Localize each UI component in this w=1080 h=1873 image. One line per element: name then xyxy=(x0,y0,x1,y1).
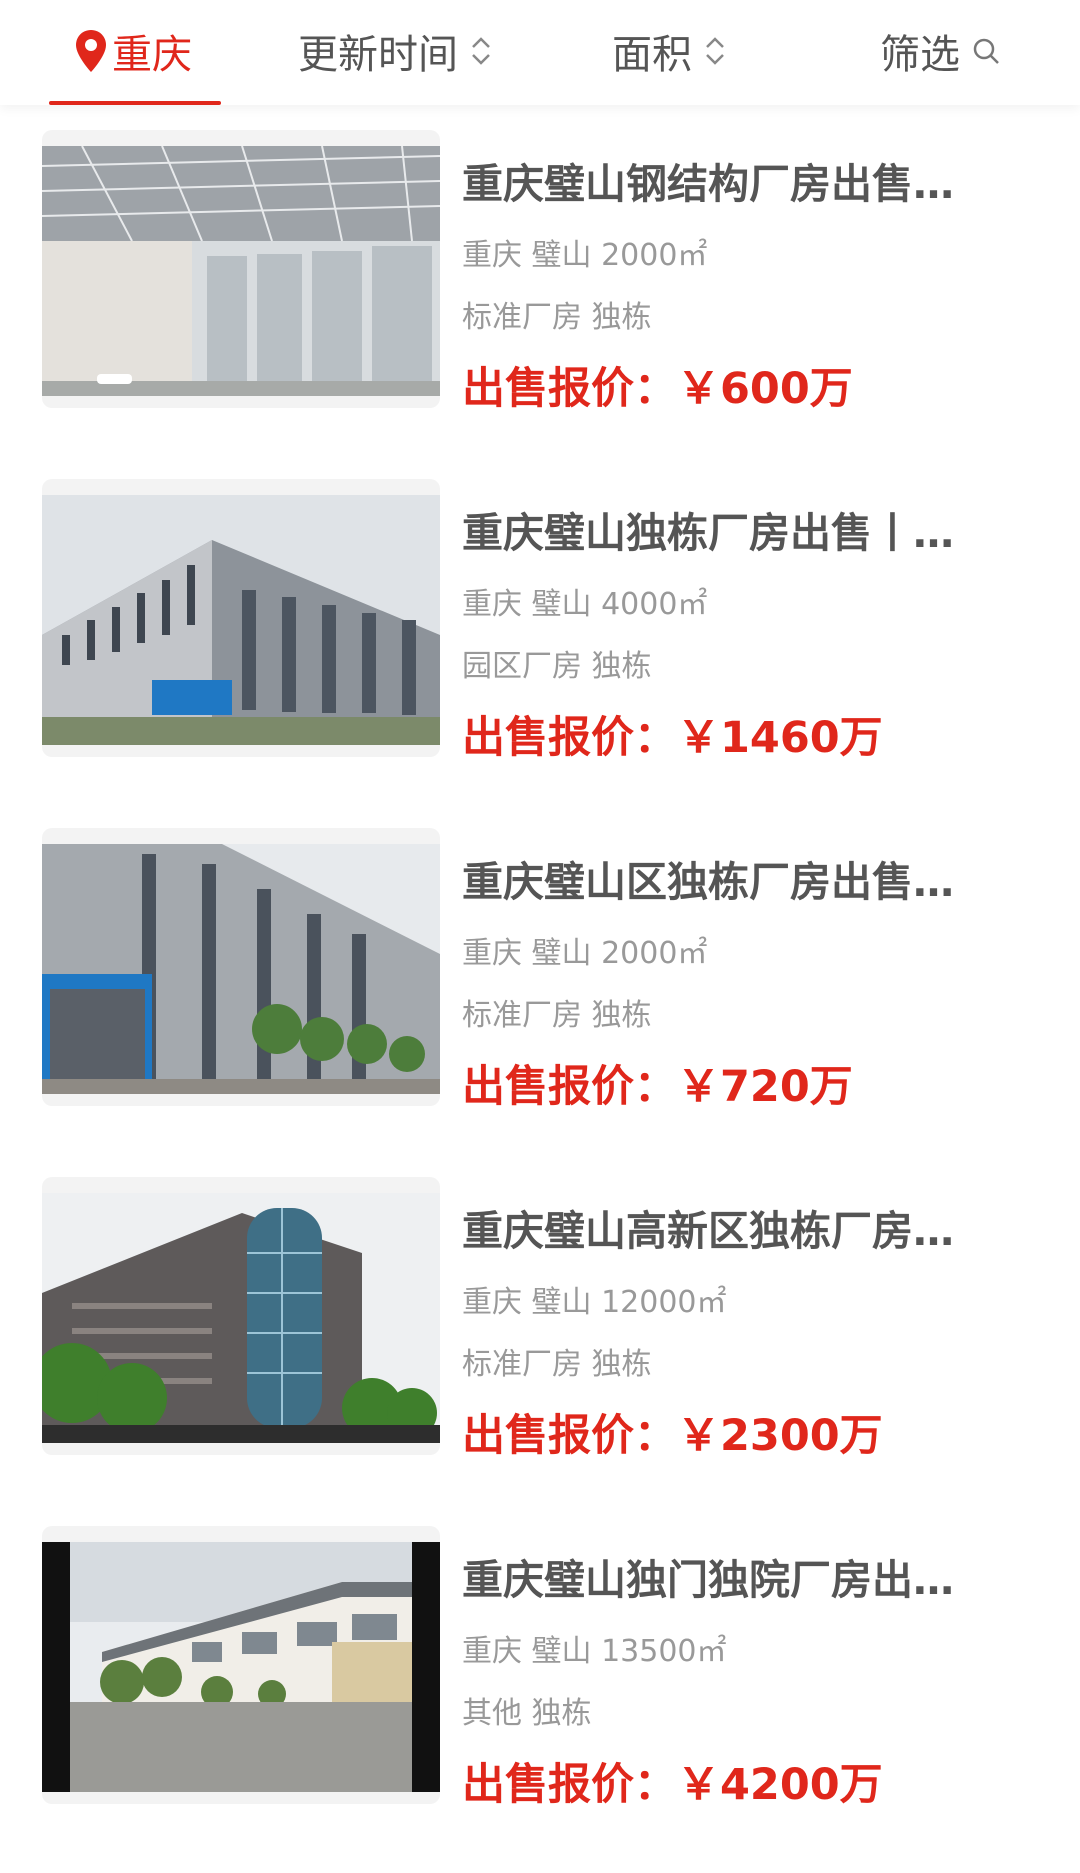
price-label: 出售报价： xyxy=(462,1062,677,1112)
sort-arrows-icon xyxy=(472,37,490,65)
filter-label: 筛选 xyxy=(880,32,960,78)
listing-item[interactable]: 重庆璧山独栋厂房出售丨… 重庆 璧山 4000㎡ 园区厂房 独栋 出售报价：￥1… xyxy=(0,479,1080,779)
listing-location: 重庆 璧山 2000㎡ xyxy=(462,238,708,273)
city-selector[interactable]: 重庆 xyxy=(74,18,192,84)
location-pin-icon xyxy=(76,30,106,72)
listing-location: 重庆 璧山 12000㎡ xyxy=(462,1285,727,1320)
listing-title: 重庆璧山高新区独栋厂房… xyxy=(462,1207,954,1255)
listing-tags: 其他 独栋 xyxy=(462,1696,592,1731)
listing-title: 重庆璧山钢结构厂房出售… xyxy=(462,160,954,208)
filter-bar: 重庆 更新时间 面积 筛选 xyxy=(0,0,1080,105)
price-value: ￥2300万 xyxy=(677,1411,883,1461)
price-value: ￥600万 xyxy=(677,364,853,414)
factory-building-image xyxy=(42,495,440,745)
listing-price: 出售报价：￥4200万 xyxy=(462,1750,883,1812)
factory-courtyard-image xyxy=(42,1542,440,1792)
price-label: 出售报价： xyxy=(462,1411,677,1461)
listing-tags: 标准厂房 独栋 xyxy=(462,1347,652,1382)
price-value: ￥4200万 xyxy=(677,1760,883,1810)
price-label: 出售报价： xyxy=(462,713,677,763)
city-label: 重庆 xyxy=(112,32,192,78)
sort-area-label: 面积 xyxy=(612,32,692,78)
listing-tags: 标准厂房 独栋 xyxy=(462,300,652,335)
listing-location: 重庆 璧山 2000㎡ xyxy=(462,936,708,971)
active-tab-indicator xyxy=(49,101,221,105)
listing-location: 重庆 璧山 4000㎡ xyxy=(462,587,708,622)
glass-tower-factory-image xyxy=(42,1193,440,1443)
listing-price: 出售报价：￥2300万 xyxy=(462,1401,883,1463)
price-label: 出售报价： xyxy=(462,1760,677,1810)
search-icon xyxy=(973,38,999,64)
listing-item[interactable]: 重庆璧山区独栋厂房出售… 重庆 璧山 2000㎡ 标准厂房 独栋 出售报价：￥7… xyxy=(0,828,1080,1128)
filter-button[interactable]: 筛选 xyxy=(880,18,1000,84)
listing-item[interactable]: 重庆璧山钢结构厂房出售… 重庆 璧山 2000㎡ 标准厂房 独栋 出售报价：￥6… xyxy=(0,130,1080,430)
sort-update-label: 更新时间 xyxy=(298,32,458,78)
factory-facade-image xyxy=(42,844,440,1094)
price-value: ￥720万 xyxy=(677,1062,853,1112)
listing-thumbnail xyxy=(42,1526,440,1804)
listing-price: 出售报价：￥1460万 xyxy=(462,703,883,765)
listing-price: 出售报价：￥720万 xyxy=(462,1052,853,1114)
sort-by-area[interactable]: 面积 xyxy=(612,18,728,84)
price-label: 出售报价： xyxy=(462,364,677,414)
listing-thumbnail xyxy=(42,479,440,757)
warehouse-interior-image xyxy=(42,146,440,396)
price-value: ￥1460万 xyxy=(677,713,883,763)
listing-tags: 园区厂房 独栋 xyxy=(462,649,652,684)
listing-location: 重庆 璧山 13500㎡ xyxy=(462,1634,727,1669)
listing-tags: 标准厂房 独栋 xyxy=(462,998,652,1033)
sort-arrows-icon xyxy=(706,37,724,65)
listing-title: 重庆璧山区独栋厂房出售… xyxy=(462,858,954,906)
listing-title: 重庆璧山独门独院厂房出… xyxy=(462,1556,954,1604)
listing-thumbnail xyxy=(42,828,440,1106)
sort-by-update-time[interactable]: 更新时间 xyxy=(298,18,494,84)
listing-item[interactable]: 重庆璧山独门独院厂房出… 重庆 璧山 13500㎡ 其他 独栋 出售报价：￥42… xyxy=(0,1526,1080,1826)
listing-title: 重庆璧山独栋厂房出售丨… xyxy=(462,509,954,557)
listing-price: 出售报价：￥600万 xyxy=(462,354,853,416)
listing-thumbnail xyxy=(42,130,440,408)
listing-item[interactable]: 重庆璧山高新区独栋厂房… 重庆 璧山 12000㎡ 标准厂房 独栋 出售报价：￥… xyxy=(0,1177,1080,1477)
listing-thumbnail xyxy=(42,1177,440,1455)
